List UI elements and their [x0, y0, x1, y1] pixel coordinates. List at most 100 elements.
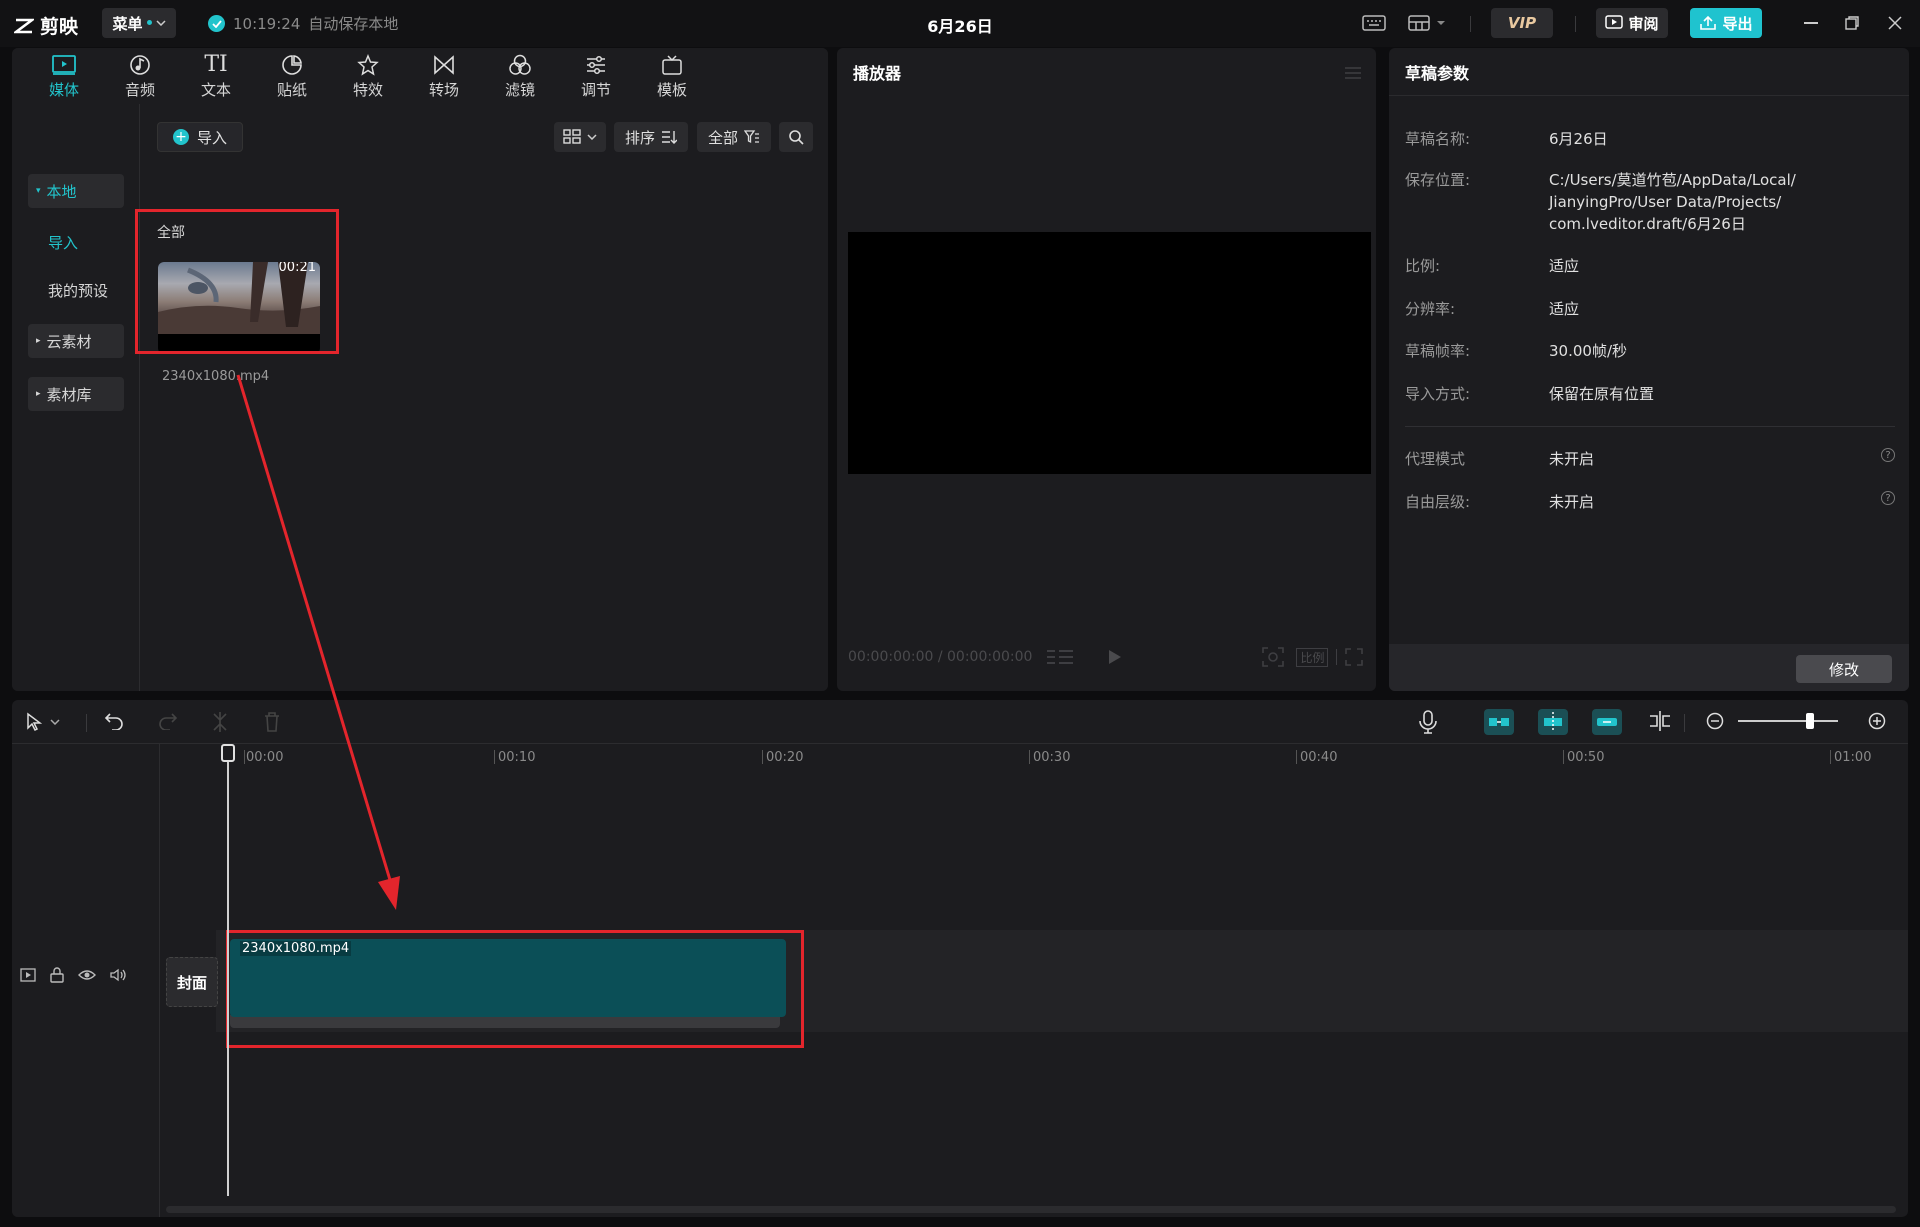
divider [1575, 16, 1576, 32]
sidebar-item-label: 导入 [48, 233, 79, 252]
preview-axis-icon[interactable] [1648, 710, 1672, 732]
review-button[interactable]: 审阅 [1596, 8, 1668, 38]
filter-button[interactable]: 全部 [697, 122, 771, 152]
sidebar-item-library[interactable]: ▸ 素材库 [28, 377, 124, 411]
tab-text[interactable]: TI 文本 [178, 48, 254, 104]
tab-label: 模板 [656, 80, 687, 99]
tab-media[interactable]: 媒体 [26, 48, 102, 104]
volume-icon[interactable] [110, 968, 128, 982]
link-icon[interactable] [1592, 709, 1622, 735]
lock-icon[interactable] [50, 967, 64, 983]
media-icon [52, 53, 76, 77]
tab-template[interactable]: 模板 [634, 48, 710, 104]
modify-label: 修改 [1828, 660, 1859, 679]
template-icon [661, 53, 683, 77]
clip-filename: 2340x1080.mp4 [162, 369, 270, 384]
keyboard-icon[interactable] [1362, 14, 1386, 32]
tab-label: 贴纸 [276, 80, 307, 99]
close-icon[interactable] [1888, 16, 1902, 30]
zoom-out-icon[interactable] [1706, 712, 1724, 730]
microphone-icon[interactable] [1418, 710, 1438, 734]
sidebar-item-cloud[interactable]: ▸ 云素材 [28, 324, 124, 358]
tab-label: 音频 [124, 80, 155, 99]
export-icon [1700, 15, 1717, 30]
list-grid-icon[interactable] [1046, 647, 1074, 667]
import-button[interactable]: + 导入 [157, 122, 243, 152]
cover-label: 封面 [176, 973, 207, 992]
tab-effects[interactable]: 特效 [330, 48, 406, 104]
help-icon[interactable]: ? [1881, 491, 1895, 505]
filter-label: 全部 [707, 128, 738, 147]
menu-button[interactable]: 菜单 [102, 8, 176, 38]
sort-label: 排序 [624, 128, 655, 147]
media-panel: 媒体 音频 TI 文本 贴纸 特效 转场 滤镜 调节 模板 ▾ 本地 导入 我的… [12, 48, 828, 691]
prop-row: 自由层级: 未开启 [1405, 491, 1893, 513]
auto-snap-icon[interactable] [1538, 709, 1568, 735]
sidebar-item-import[interactable]: 导入 [28, 225, 124, 259]
zoom-in-icon[interactable] [1868, 712, 1886, 730]
cover-button[interactable]: 封面 [166, 957, 218, 1007]
prop-label: 比例: [1405, 257, 1441, 275]
main-track-magnet-icon[interactable] [1484, 709, 1514, 735]
sidebar-item-label: 我的预设 [48, 281, 109, 300]
ruler-tick [1830, 750, 1831, 764]
tab-sticker[interactable]: 贴纸 [254, 48, 330, 104]
prop-value: 30.00帧/秒 [1549, 342, 1627, 360]
delete-icon[interactable] [264, 712, 280, 732]
prop-label: 代理模式 [1405, 450, 1466, 468]
chevron-down-icon [1437, 21, 1445, 25]
play-icon[interactable] [1108, 649, 1122, 665]
sidebar-item-local[interactable]: ▾ 本地 [28, 174, 124, 208]
view-mode-button[interactable] [554, 122, 606, 152]
tab-transition[interactable]: 转场 [406, 48, 482, 104]
sort-button[interactable]: 排序 [614, 122, 688, 152]
modify-button[interactable]: 修改 [1796, 655, 1892, 683]
divider [1684, 714, 1685, 732]
player-title: 播放器 [853, 64, 902, 83]
layout-button[interactable] [1408, 14, 1446, 32]
eye-icon[interactable] [78, 969, 96, 981]
export-button[interactable]: 导出 [1690, 8, 1762, 38]
props-title: 草稿参数 [1405, 63, 1470, 83]
search-button[interactable] [779, 122, 813, 152]
player-panel: 播放器 00:00:00:00 / 00:00:00:00 比例 [837, 48, 1376, 691]
app-name: 剪映 [40, 16, 79, 38]
cursor-icon [27, 712, 42, 732]
ruler-tick [494, 750, 495, 764]
hamburger-icon[interactable] [1344, 66, 1362, 80]
zoom-slider-thumb[interactable] [1806, 713, 1814, 729]
save-time: 10:19:24 [233, 14, 301, 33]
prop-label: 分辨率: [1405, 300, 1456, 318]
ruler-tick [1029, 750, 1030, 764]
ratio-button[interactable]: 比例 [1296, 647, 1329, 667]
prop-value: 未开启 [1549, 493, 1595, 511]
sidebar-item-my-presets[interactable]: 我的预设 [28, 273, 124, 307]
playhead-handle[interactable] [221, 744, 235, 762]
tab-audio[interactable]: 音频 [102, 48, 178, 104]
vip-button[interactable]: VIP [1491, 8, 1553, 38]
menu-label: 菜单 [112, 14, 143, 33]
zoom-slider[interactable] [1738, 720, 1838, 722]
redo-icon[interactable] [158, 712, 178, 730]
help-icon[interactable]: ? [1881, 448, 1895, 462]
undo-icon[interactable] [104, 712, 124, 730]
player-header: 播放器 [837, 48, 1376, 96]
media-content: + 导入 排序 全部 全部 00:21 2340x1080.mp4 [141, 104, 828, 691]
fit-view-icon[interactable] [1262, 647, 1285, 667]
restore-icon[interactable] [1845, 16, 1859, 30]
select-tool[interactable] [26, 712, 60, 732]
tab-adjust[interactable]: 调节 [558, 48, 634, 104]
ruler-tick [1563, 750, 1564, 764]
caret-right-icon: ▸ [36, 389, 41, 399]
video-track-icon[interactable] [20, 968, 36, 982]
split-icon[interactable] [212, 712, 228, 732]
minimize-icon[interactable] [1804, 22, 1818, 24]
playhead-line[interactable] [227, 750, 229, 1196]
fullscreen-icon[interactable] [1345, 648, 1364, 666]
tab-filter[interactable]: 滤镜 [482, 48, 558, 104]
prop-row: 分辨率: 适应 [1405, 298, 1893, 320]
timeline-scrollbar[interactable] [166, 1206, 1896, 1213]
title-bar: 剪映 菜单 10:19:24 自动保存本地 6月26日 VIP 审阅 导出 [0, 0, 1920, 47]
video-preview[interactable] [848, 232, 1371, 474]
chevron-down-icon [587, 134, 597, 140]
